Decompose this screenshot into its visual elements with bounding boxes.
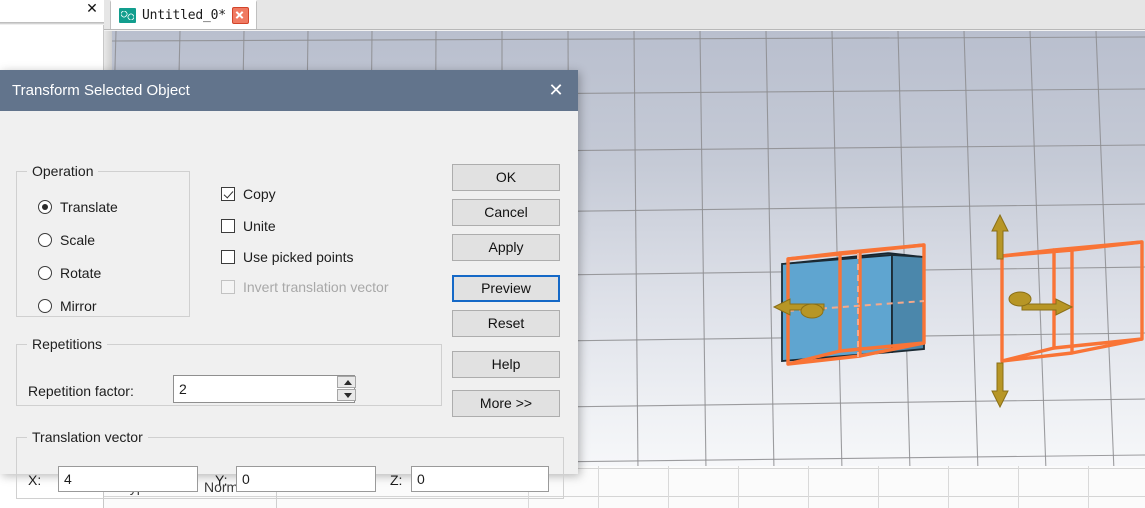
operation-legend: Operation	[32, 163, 94, 179]
radio-label: Rotate	[60, 265, 102, 281]
prop-divider	[738, 466, 739, 508]
prop-divider	[808, 466, 809, 508]
radio-icon	[38, 233, 52, 247]
more-button[interactable]: More >>	[452, 390, 560, 417]
checkbox-use-picked-points[interactable]: Use picked points	[221, 249, 354, 265]
radio-icon	[38, 266, 52, 280]
radio-translate[interactable]: Translate	[38, 199, 118, 215]
caret-down-icon[interactable]	[337, 389, 356, 401]
apply-button[interactable]: Apply	[452, 234, 560, 261]
y-label: Y:	[215, 472, 228, 488]
prop-divider	[1088, 466, 1089, 508]
checkbox-icon	[221, 280, 235, 294]
close-icon[interactable]: ✕	[546, 81, 566, 101]
checkbox-label: Use picked points	[243, 249, 354, 265]
screen: Untitled_0* Normal ✕ Transform Selected …	[0, 0, 1145, 508]
checkbox-unite[interactable]: Unite	[221, 218, 276, 234]
radio-label: Scale	[60, 232, 96, 248]
left-panel-header: ✕	[0, 0, 104, 22]
wave-icon	[119, 8, 136, 23]
repetitions-legend: Repetitions	[32, 336, 103, 352]
checkbox-icon	[221, 219, 235, 233]
dialog-title-bar: Transform Selected Object ✕	[0, 70, 578, 111]
reset-button[interactable]: Reset	[452, 310, 560, 337]
checkbox-label: Copy	[243, 186, 276, 202]
prop-divider	[1018, 466, 1019, 508]
preview-button[interactable]: Preview	[452, 275, 560, 302]
checkbox-label: Unite	[243, 218, 276, 234]
radio-label: Mirror	[60, 298, 97, 314]
caret-up-icon[interactable]	[337, 376, 356, 388]
checkbox-copy[interactable]: Copy	[221, 186, 276, 202]
help-button[interactable]: Help	[452, 351, 560, 378]
checkbox-icon	[221, 250, 235, 264]
radio-mirror[interactable]: Mirror	[38, 298, 97, 314]
y-input[interactable]: 0	[236, 466, 376, 492]
tab-untitled-0[interactable]: Untitled_0*	[110, 0, 257, 29]
translate-gizmo[interactable]	[772, 211, 1112, 431]
checkbox-icon	[221, 187, 235, 201]
tab-strip: Untitled_0*	[104, 0, 1145, 30]
cancel-button[interactable]: Cancel	[452, 199, 560, 226]
prop-divider	[878, 466, 879, 508]
z-label: Z:	[390, 472, 403, 488]
prop-divider	[668, 466, 669, 508]
tab-close-icon[interactable]	[231, 7, 249, 24]
dialog-title: Transform Selected Object	[12, 82, 190, 99]
close-icon[interactable]: ✕	[84, 2, 100, 18]
checkbox-label: Invert translation vector	[243, 279, 389, 295]
radio-icon	[38, 200, 52, 214]
repetition-factor-label: Repetition factor:	[28, 383, 134, 399]
radio-icon	[38, 299, 52, 313]
repetition-factor-input[interactable]: 2	[173, 375, 355, 403]
x-label: X:	[28, 472, 42, 488]
tab-label: Untitled_0*	[142, 8, 226, 23]
ok-button[interactable]: OK	[452, 164, 560, 191]
z-input[interactable]: 0	[411, 466, 549, 492]
transform-selected-object-dialog: Transform Selected Object ✕ Operation Tr…	[0, 70, 578, 499]
x-input[interactable]: 4	[58, 466, 198, 492]
radio-rotate[interactable]: Rotate	[38, 265, 101, 281]
checkbox-invert-translation-vector: Invert translation vector	[221, 279, 389, 295]
dialog-body: Operation Translate Scale Rotate Mirror	[0, 111, 578, 499]
prop-divider	[598, 466, 599, 508]
radio-scale[interactable]: Scale	[38, 232, 95, 248]
stepper-buttons	[337, 376, 356, 402]
prop-divider	[948, 466, 949, 508]
translation-vector-legend: Translation vector	[32, 429, 143, 445]
radio-label: Translate	[60, 199, 118, 215]
